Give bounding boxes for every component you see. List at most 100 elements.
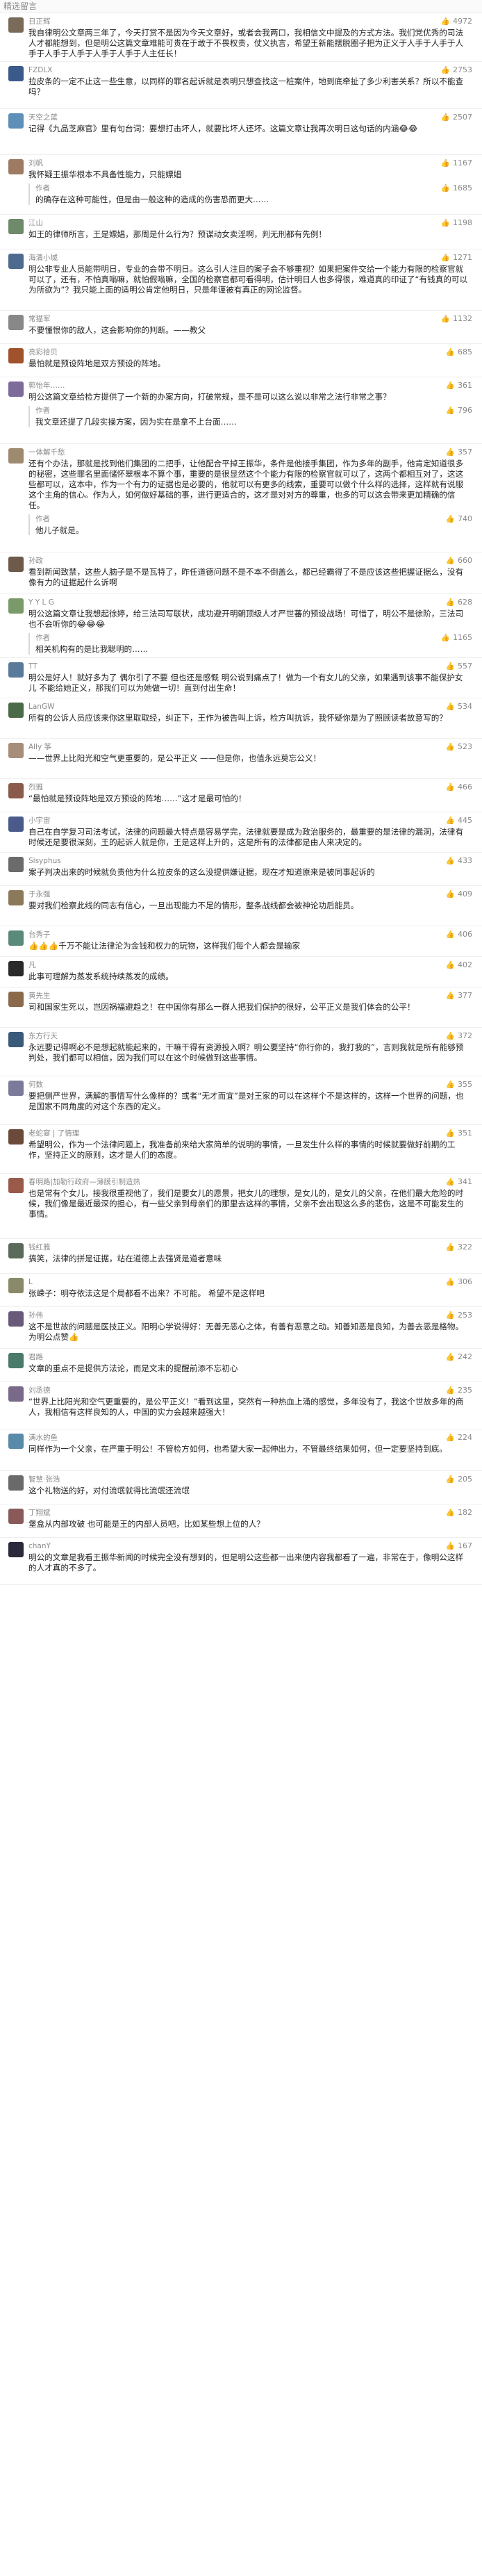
like-button[interactable]: 👍 628 [446, 598, 472, 607]
avatar[interactable] [8, 113, 24, 129]
commenter-name[interactable]: 黄先生 [28, 991, 404, 1001]
avatar[interactable] [8, 598, 24, 614]
avatar[interactable] [8, 1434, 24, 1449]
like-button[interactable]: 👍 253 [446, 1311, 472, 1320]
commenter-name[interactable]: 孙伟 [28, 1311, 404, 1320]
like-button[interactable]: 👍 660 [446, 556, 472, 566]
avatar[interactable] [8, 1475, 24, 1491]
commenter-name[interactable]: 烈雅 [28, 782, 404, 792]
avatar[interactable] [8, 783, 24, 798]
commenter-name[interactable]: TT [28, 662, 404, 671]
reply-like-button[interactable]: 👍 796 [446, 406, 472, 416]
like-button[interactable]: 👍 167 [446, 1541, 472, 1551]
avatar[interactable] [8, 1278, 24, 1293]
avatar[interactable] [8, 1081, 24, 1096]
commenter-name[interactable]: 孙政 [28, 556, 404, 566]
commenter-name[interactable]: 小宇宙 [28, 816, 404, 826]
avatar[interactable] [8, 315, 24, 330]
avatar[interactable] [8, 662, 24, 678]
commenter-name[interactable]: 钱红雅 [28, 1242, 404, 1252]
like-button[interactable]: 👍 406 [446, 930, 472, 940]
reply-like-button[interactable]: 👍 740 [446, 514, 472, 524]
commenter-name[interactable]: 丁翔斌 [28, 1508, 404, 1518]
like-button[interactable]: 👍 402 [446, 960, 472, 970]
commenter-name[interactable]: 刘帆 [28, 158, 404, 168]
commenter-name[interactable]: 郭怡年…… [28, 381, 404, 391]
commenter-name[interactable]: Ally 筝 [28, 742, 404, 752]
avatar[interactable] [8, 1311, 24, 1327]
like-button[interactable]: 👍 205 [446, 1475, 472, 1484]
commenter-name[interactable]: 凡 [28, 960, 404, 970]
avatar[interactable] [8, 743, 24, 758]
avatar[interactable] [8, 992, 24, 1007]
reply-like-button[interactable]: 👍 1685 [441, 183, 472, 193]
avatar[interactable] [8, 1243, 24, 1258]
avatar[interactable] [8, 1129, 24, 1145]
avatar[interactable] [8, 930, 24, 946]
like-button[interactable]: 👍 341 [446, 1177, 472, 1187]
commenter-name[interactable]: 满水的鱼 [28, 1433, 404, 1443]
like-button[interactable]: 👍 2507 [441, 113, 472, 122]
like-button[interactable]: 👍 433 [446, 856, 472, 866]
commenter-name[interactable]: 江山 [28, 218, 404, 228]
commenter-name[interactable]: L [28, 1277, 404, 1287]
avatar[interactable] [8, 703, 24, 718]
commenter-name[interactable]: 刘丞德 [28, 1386, 404, 1395]
commenter-name[interactable]: 亮彩拾贝 [28, 347, 404, 357]
commenter-name[interactable]: 一体解千愁 [28, 448, 404, 457]
like-button[interactable]: 👍 445 [446, 816, 472, 826]
avatar[interactable] [8, 66, 24, 81]
like-button[interactable]: 👍 322 [446, 1242, 472, 1252]
avatar[interactable] [8, 348, 24, 363]
like-button[interactable]: 👍 1132 [441, 314, 472, 324]
like-button[interactable]: 👍 409 [446, 889, 472, 899]
like-button[interactable]: 👍 2753 [441, 65, 472, 75]
commenter-name[interactable]: 东方行天 [28, 1031, 404, 1041]
avatar[interactable] [8, 857, 24, 872]
commenter-name[interactable]: 老蛇宴 | 了情理 [28, 1129, 404, 1138]
like-button[interactable]: 👍 357 [446, 448, 472, 457]
avatar[interactable] [8, 448, 24, 463]
like-button[interactable]: 👍 377 [446, 991, 472, 1001]
commenter-name[interactable]: 台秀子 [28, 930, 404, 940]
commenter-name[interactable]: 于永强 [28, 889, 404, 899]
like-button[interactable]: 👍 361 [446, 381, 472, 391]
avatar[interactable] [8, 1032, 24, 1047]
like-button[interactable]: 👍 306 [446, 1277, 472, 1287]
avatar[interactable] [8, 961, 24, 976]
like-button[interactable]: 👍 557 [446, 662, 472, 671]
avatar[interactable] [8, 1178, 24, 1193]
commenter-name[interactable]: 智慧·张浩 [28, 1475, 404, 1484]
like-button[interactable]: 👍 355 [446, 1080, 472, 1090]
avatar[interactable] [8, 382, 24, 397]
commenter-name[interactable]: LanGW [28, 702, 404, 712]
like-button[interactable]: 👍 466 [446, 782, 472, 792]
avatar[interactable] [8, 1509, 24, 1524]
commenter-name[interactable]: FZDLX [28, 65, 404, 75]
like-button[interactable]: 👍 372 [446, 1031, 472, 1041]
avatar[interactable] [8, 219, 24, 234]
like-button[interactable]: 👍 351 [446, 1129, 472, 1138]
like-button[interactable]: 👍 242 [446, 1352, 472, 1362]
avatar[interactable] [8, 1386, 24, 1402]
avatar[interactable] [8, 557, 24, 572]
avatar[interactable] [8, 254, 24, 269]
like-button[interactable]: 👍 1271 [441, 253, 472, 263]
commenter-name[interactable]: 日正辉 [28, 17, 404, 26]
commenter-name[interactable]: chanY [28, 1541, 404, 1551]
reply-like-button[interactable]: 👍 1165 [441, 633, 472, 643]
avatar[interactable] [8, 817, 24, 832]
commenter-name[interactable]: 君路 [28, 1352, 404, 1362]
commenter-name[interactable]: 常猫军 [28, 314, 404, 324]
avatar[interactable] [8, 1353, 24, 1368]
like-button[interactable]: 👍 4972 [441, 17, 472, 26]
commenter-name[interactable]: 天空之蓝 [28, 113, 404, 122]
avatar[interactable] [8, 890, 24, 905]
like-button[interactable]: 👍 182 [446, 1508, 472, 1518]
like-button[interactable]: 👍 534 [446, 702, 472, 712]
avatar[interactable] [8, 159, 24, 174]
like-button[interactable]: 👍 685 [446, 347, 472, 357]
commenter-name[interactable]: Y Y L G [28, 598, 404, 607]
like-button[interactable]: 👍 1167 [441, 158, 472, 168]
commenter-name[interactable]: 何数 [28, 1080, 404, 1090]
